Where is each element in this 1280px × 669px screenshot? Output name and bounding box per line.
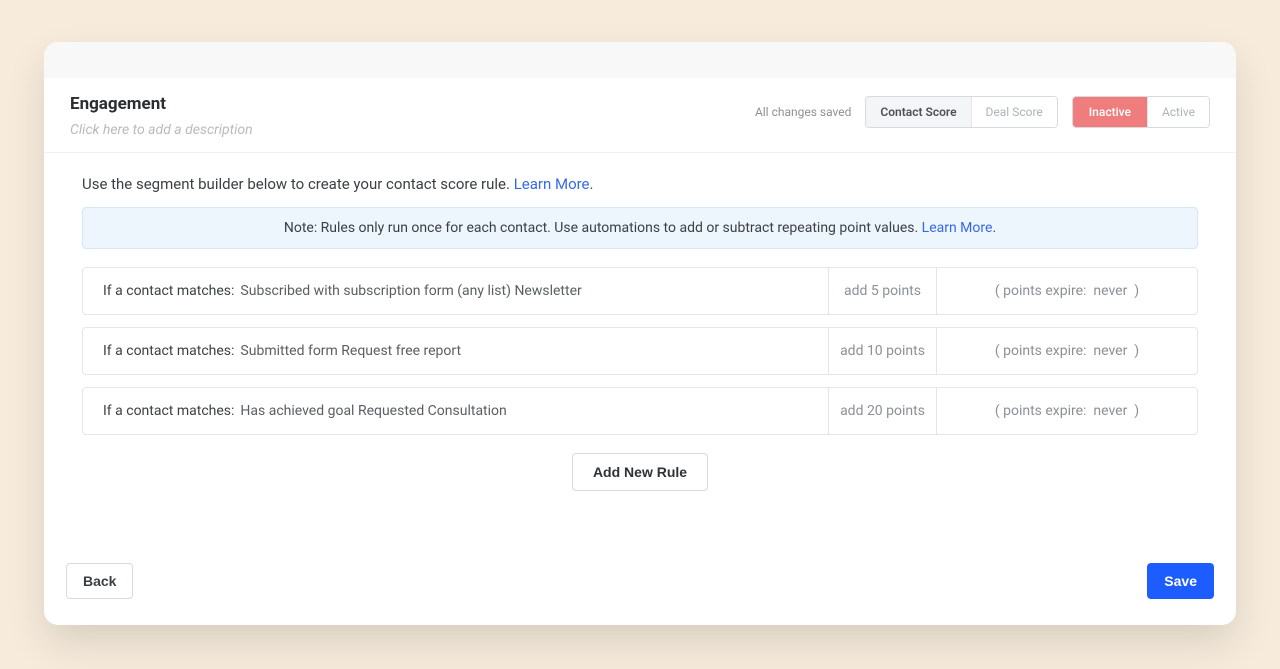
window-top-strip bbox=[44, 42, 1236, 78]
rule-match: If a contact matches: Subscribed with su… bbox=[83, 268, 829, 314]
rule-points: add 5 points bbox=[829, 268, 937, 314]
rule-row[interactable]: If a contact matches: Submitted form Req… bbox=[82, 327, 1198, 375]
rule-match: If a contact matches: Has achieved goal … bbox=[83, 388, 829, 434]
intro-body: Use the segment builder below to create … bbox=[82, 175, 514, 193]
rule-points: add 10 points bbox=[829, 328, 937, 374]
rule-expire: ( points expire: never ) bbox=[937, 328, 1197, 374]
header-right: All changes saved Contact Score Deal Sco… bbox=[755, 94, 1210, 128]
rules-list: If a contact matches: Subscribed with su… bbox=[82, 267, 1198, 435]
tab-active[interactable]: Active bbox=[1147, 97, 1209, 127]
match-condition: Has achieved goal Requested Consultation bbox=[240, 403, 506, 419]
back-button[interactable]: Back bbox=[66, 563, 133, 599]
match-label: If a contact matches: bbox=[103, 283, 234, 299]
score-type-tabs: Contact Score Deal Score bbox=[865, 96, 1057, 128]
match-label: If a contact matches: bbox=[103, 343, 234, 359]
match-label: If a contact matches: bbox=[103, 403, 234, 419]
note-box: Note: Rules only run once for each conta… bbox=[82, 207, 1198, 249]
state-tabs: Inactive Active bbox=[1072, 96, 1210, 128]
intro-learn-more-link[interactable]: Learn More bbox=[514, 175, 590, 193]
page-title[interactable]: Engagement bbox=[70, 94, 253, 114]
header: Engagement Click here to add a descripti… bbox=[44, 78, 1236, 153]
content: Use the segment builder below to create … bbox=[44, 153, 1236, 549]
note-body: Note: Rules only run once for each conta… bbox=[284, 220, 922, 236]
tab-deal-score[interactable]: Deal Score bbox=[971, 97, 1057, 127]
description-placeholder[interactable]: Click here to add a description bbox=[70, 122, 253, 138]
rule-expire: ( points expire: never ) bbox=[937, 388, 1197, 434]
rule-row[interactable]: If a contact matches: Has achieved goal … bbox=[82, 387, 1198, 435]
save-status: All changes saved bbox=[755, 105, 851, 119]
footer: Back Save bbox=[44, 549, 1236, 625]
save-button[interactable]: Save bbox=[1147, 563, 1214, 599]
header-left: Engagement Click here to add a descripti… bbox=[70, 94, 253, 138]
add-rule-button[interactable]: Add New Rule bbox=[572, 453, 708, 491]
tab-inactive[interactable]: Inactive bbox=[1073, 97, 1147, 127]
rule-points: add 20 points bbox=[829, 388, 937, 434]
tab-contact-score[interactable]: Contact Score bbox=[866, 97, 970, 127]
match-condition: Subscribed with subscription form (any l… bbox=[240, 283, 581, 299]
intro-text: Use the segment builder below to create … bbox=[82, 175, 1198, 193]
note-learn-more-link[interactable]: Learn More bbox=[922, 220, 993, 236]
add-rule-wrap: Add New Rule bbox=[82, 453, 1198, 491]
scoring-window: Engagement Click here to add a descripti… bbox=[44, 42, 1236, 625]
rule-match: If a contact matches: Submitted form Req… bbox=[83, 328, 829, 374]
rule-row[interactable]: If a contact matches: Subscribed with su… bbox=[82, 267, 1198, 315]
match-condition: Submitted form Request free report bbox=[240, 343, 461, 359]
rule-expire: ( points expire: never ) bbox=[937, 268, 1197, 314]
